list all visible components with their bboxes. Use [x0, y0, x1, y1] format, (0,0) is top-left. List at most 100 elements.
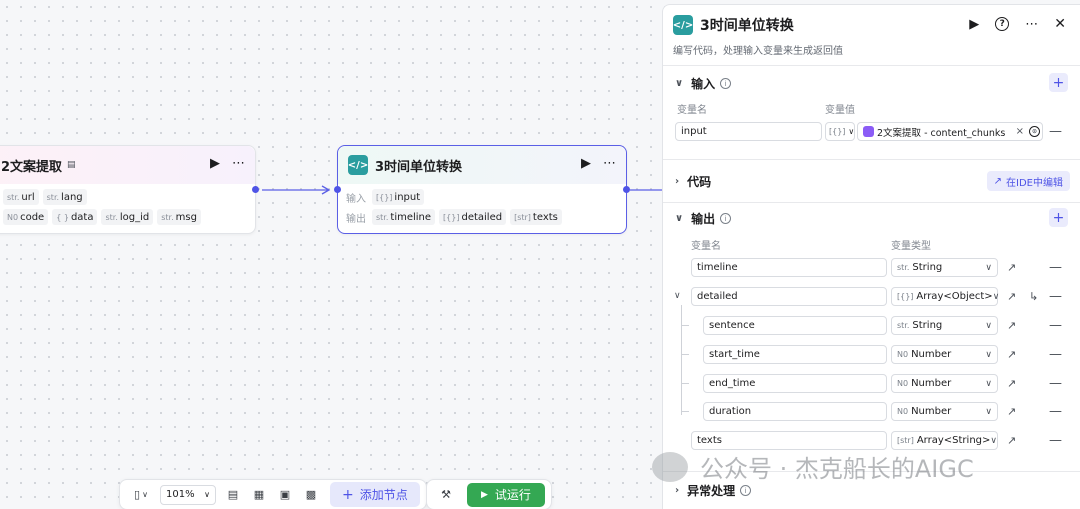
output-name-field[interactable]: timeline — [691, 258, 887, 277]
input-name-field[interactable]: input — [675, 122, 822, 141]
output-section-header[interactable]: ∨ 输出 i — [675, 210, 732, 227]
remove-output-button[interactable]: — — [1049, 318, 1062, 333]
panel-title[interactable]: 3时间单位转换 — [700, 15, 794, 35]
value-type-select[interactable]: [{}] ∨ — [825, 122, 855, 141]
chevron-down-icon: ∨ — [675, 78, 684, 89]
zoom-select[interactable]: 101% ∨ — [160, 484, 216, 505]
code-icon: </> — [348, 155, 368, 175]
output-type-select[interactable]: N0 Number ∨ — [891, 374, 998, 393]
comment-icon[interactable]: ▤ — [222, 486, 244, 504]
expand-icon[interactable]: ↗ — [1007, 290, 1016, 303]
expand-icon: ↗ — [993, 175, 1003, 187]
node-text-extract[interactable]: 2文案提取 ▤ ▶ ⋯ str. url str. lang N0 code { } d… — [0, 145, 256, 234]
input-label: 输入 — [346, 193, 366, 205]
remove-output-button[interactable]: — — [1049, 376, 1062, 391]
remove-output-button[interactable]: — — [1049, 404, 1062, 419]
expand-icon[interactable]: ↗ — [1007, 377, 1016, 390]
edit-in-ide-button[interactable]: ↗ 在IDE中编辑 — [986, 171, 1070, 191]
param-tag: { } data — [52, 209, 98, 225]
close-icon[interactable]: ✕ — [1054, 16, 1066, 32]
code-section-header[interactable]: › 代码 — [675, 173, 711, 190]
clear-icon[interactable]: × — [1016, 126, 1024, 137]
column-header-name: 变量名 — [691, 241, 721, 252]
output-name-field[interactable]: start_time — [703, 345, 887, 364]
minimap-icon[interactable]: ▩ — [300, 486, 322, 504]
remove-output-button[interactable]: — — [1049, 260, 1062, 275]
output-type-select[interactable]: str. String ∨ — [891, 316, 998, 335]
more-icon[interactable]: ⋯ — [1025, 17, 1038, 32]
chevron-down-icon: ∨ — [675, 213, 684, 224]
add-input-button[interactable]: + — [1049, 73, 1068, 92]
panel-description: 编写代码，处理输入变量来生成返回值 — [673, 46, 843, 57]
watermark: 公众号 · 杰克船长的AIGC — [652, 449, 974, 484]
expand-icon[interactable]: ↗ — [1007, 319, 1016, 332]
output-port[interactable] — [623, 186, 630, 193]
column-header-name: 变量名 — [677, 105, 707, 116]
input-port[interactable] — [334, 186, 341, 193]
output-name-field[interactable]: detailed — [691, 287, 887, 306]
add-child-icon[interactable]: ↳ — [1029, 290, 1038, 303]
run-node-icon[interactable]: ▶ — [581, 156, 591, 171]
mouse-mode-icon[interactable]: ▯ ∨ — [128, 486, 154, 504]
output-label: 输出 — [346, 213, 366, 225]
more-icon[interactable]: ⋯ — [232, 156, 245, 171]
debug-icon[interactable]: ⚒ — [435, 486, 457, 504]
param-tag: str. log_id — [101, 209, 154, 225]
param-tag: str. lang — [42, 189, 87, 205]
output-type-select[interactable]: str. String ∨ — [891, 258, 998, 277]
node-ref-icon — [863, 126, 874, 137]
reference-icon[interactable]: ⊙ — [1029, 126, 1040, 137]
node-badge-icon: ▤ — [67, 160, 76, 170]
node-time-convert[interactable]: </> 3时间单位转换 ▶ ⋯ 输入 [{}] input 输出 str. time… — [337, 145, 627, 234]
more-icon[interactable]: ⋯ — [603, 156, 616, 171]
test-run-button[interactable]: ▶ 试运行 — [467, 482, 545, 507]
output-type-select[interactable]: N0 Number ∨ — [891, 402, 998, 421]
output-name-field[interactable]: end_time — [703, 374, 887, 393]
param-tag: N0 code — [3, 209, 49, 225]
remove-output-button[interactable]: — — [1049, 289, 1062, 304]
param-tag: [str] texts — [510, 209, 562, 225]
node-title: 2文案提取 — [1, 159, 63, 175]
info-icon: i — [720, 78, 732, 89]
help-icon[interactable]: ? — [995, 17, 1010, 31]
output-name-field[interactable]: duration — [703, 402, 887, 421]
chevron-right-icon: › — [675, 485, 680, 496]
image-icon[interactable]: ▣ — [274, 486, 296, 504]
input-section-header[interactable]: ∨ 输入 i — [675, 75, 732, 92]
column-header-type: 变量类型 — [891, 241, 931, 252]
run-icon[interactable]: ▶ — [969, 17, 979, 32]
variable-reference-field[interactable]: 2文案提取 - content_chunks × ⊙ — [857, 122, 1043, 141]
output-type-select[interactable]: [{}] Array<Object> ∨ — [891, 287, 999, 306]
layout-icon[interactable]: ▦ — [248, 486, 270, 504]
add-output-button[interactable]: + — [1049, 208, 1068, 227]
param-tag: str. msg — [157, 209, 201, 225]
remove-input-button[interactable]: — — [1049, 124, 1062, 139]
expand-icon[interactable]: ↗ — [1007, 405, 1016, 418]
wechat-logo-icon — [652, 451, 688, 482]
exception-section-header[interactable]: › 异常处理 i — [675, 482, 752, 499]
expand-icon[interactable]: ↗ — [1007, 261, 1016, 274]
code-icon: </> — [673, 15, 693, 35]
add-node-button[interactable]: + 添加节点 — [330, 482, 420, 507]
info-icon: i — [740, 485, 752, 496]
info-icon: i — [720, 213, 732, 224]
remove-output-button[interactable]: — — [1049, 347, 1062, 362]
expand-icon[interactable]: ↗ — [1007, 348, 1016, 361]
chevron-down-icon[interactable]: ∨ — [674, 291, 681, 301]
node-title: 3时间单位转换 — [375, 159, 463, 175]
output-type-select[interactable]: N0 Number ∨ — [891, 345, 998, 364]
run-toolbar: ⚒ ▶ 试运行 — [426, 479, 552, 509]
param-tag: [{}] input — [372, 189, 425, 205]
edge-connector-out — [630, 189, 662, 191]
run-node-icon[interactable]: ▶ — [210, 156, 220, 171]
param-tag: [{}] detailed — [439, 209, 507, 225]
plus-icon: + — [342, 486, 354, 503]
edge-connector — [262, 185, 331, 195]
play-icon: ▶ — [481, 489, 488, 500]
output-name-field[interactable]: texts — [691, 431, 887, 450]
param-tag: str. timeline — [372, 209, 436, 225]
expand-icon[interactable]: ↗ — [1007, 434, 1016, 447]
remove-output-button[interactable]: — — [1049, 433, 1062, 448]
output-name-field[interactable]: sentence — [703, 316, 887, 335]
output-type-select[interactable]: [str] Array<String> ∨ — [891, 431, 998, 450]
